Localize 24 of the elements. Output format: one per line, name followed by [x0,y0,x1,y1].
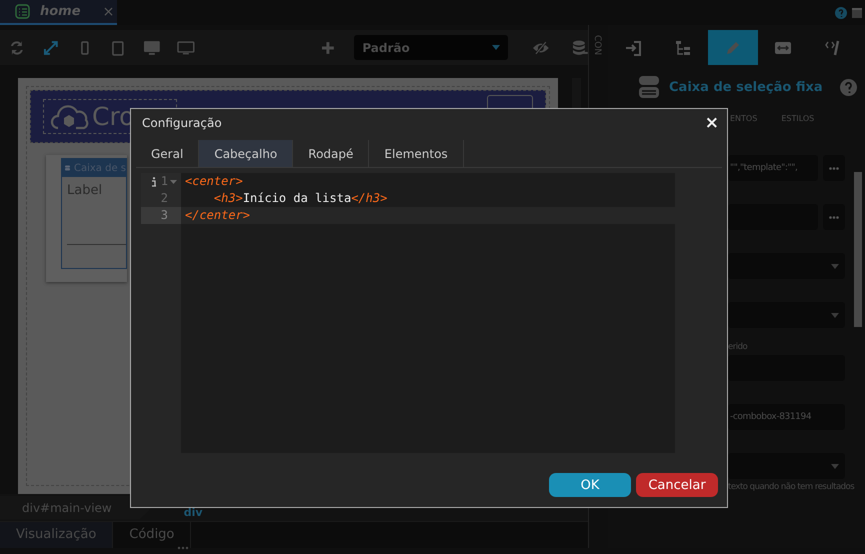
dialog-title: Configuração [142,116,222,130]
line-number: 3 [160,207,168,224]
theme-select[interactable]: Padrão [354,35,508,60]
input-field[interactable]: "","template":"", [728,155,818,181]
dialog-tab[interactable]: Elementos [369,140,464,167]
dialog-tab[interactable]: Cabeçalho [199,140,294,167]
breadcrumb-item[interactable]: div [162,507,225,519]
cancel-button[interactable]: Cancelar [636,473,718,497]
panel-title: Caixa de seleção fixa [669,80,823,94]
tab-title: home [40,4,81,19]
line-number: 2 [160,190,168,207]
ok-button[interactable]: OK [549,473,631,497]
panel-tab[interactable]: ESTILOS [779,114,816,123]
input-field[interactable]: -combobox-831194 [728,404,845,430]
close-button[interactable]: × [704,113,719,133]
field-label: erido [728,341,748,353]
line-number: 1 [160,173,168,190]
document-tab[interactable]: home × [0,0,117,25]
field-label: texto quando não tem resultados [728,481,856,493]
code-editor[interactable]: 1 <center> 2 <h3>Início da lista</h3> 3 </center> [141,173,675,453]
view-tab[interactable]: Visualização [0,522,114,548]
close-tab-button[interactable]: × [102,4,114,20]
dialog-tab[interactable]: Rodapé [293,140,370,167]
panel-tab[interactable]: ENTOS [728,114,760,123]
